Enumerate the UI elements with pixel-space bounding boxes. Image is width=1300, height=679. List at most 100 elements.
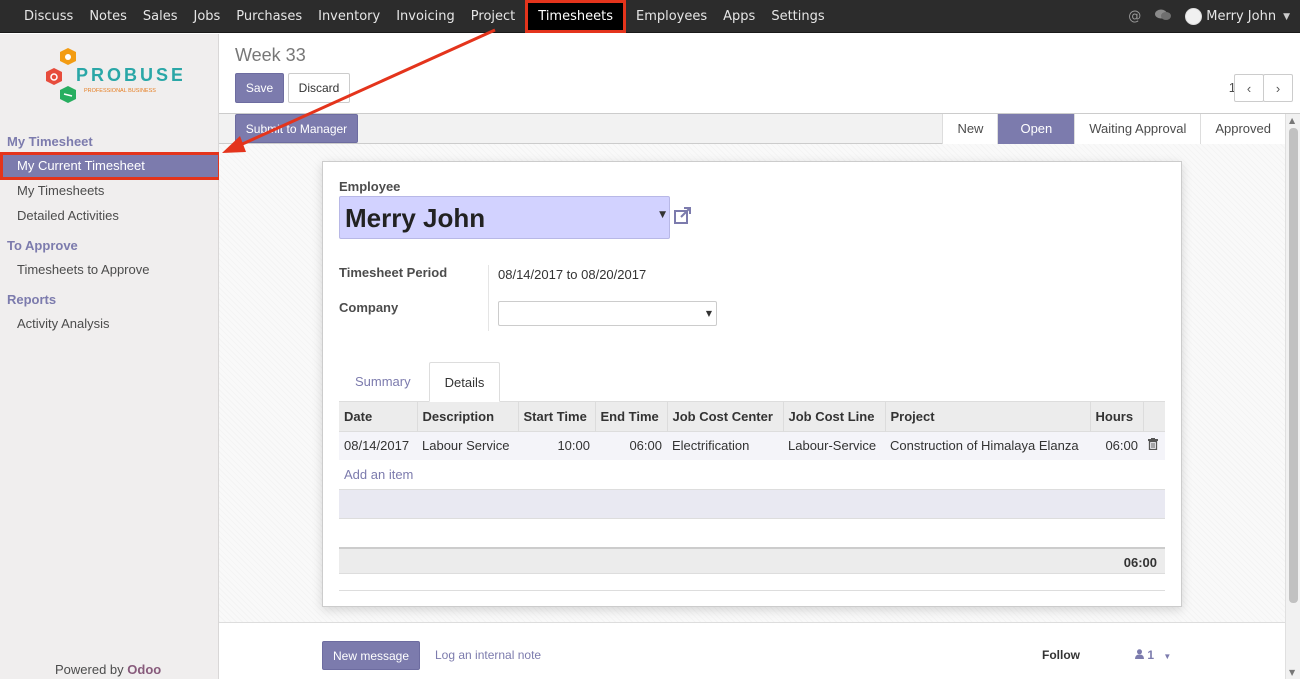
chevron-down-icon: ▼	[1163, 652, 1172, 661]
chat-icon[interactable]	[1155, 9, 1172, 25]
menu-item-notes[interactable]: Notes	[81, 0, 135, 33]
sidebar-item-my-timesheets[interactable]: My Timesheets	[17, 183, 104, 198]
external-link-icon[interactable]	[673, 206, 693, 226]
odoo-link[interactable]: Odoo	[127, 662, 161, 677]
stage-approved[interactable]: Approved	[1200, 114, 1285, 144]
delete-row-button[interactable]	[1143, 430, 1165, 460]
control-panel: Week 33 Save Discard 1 / 1 ‹ ›	[219, 34, 1300, 114]
menu-item-project[interactable]: Project	[463, 0, 523, 33]
menu-item-discuss[interactable]: Discuss	[16, 0, 81, 33]
stage-bar: New Open Waiting Approval Approved	[942, 114, 1285, 144]
sidebar-item-my-current-timesheet[interactable]: My Current Timesheet	[0, 152, 221, 180]
stage-new[interactable]: New	[942, 114, 998, 144]
menu-item-jobs[interactable]: Jobs	[185, 0, 228, 33]
add-an-item-link[interactable]: Add an item	[344, 467, 413, 482]
timesheet-period-label: Timesheet Period	[339, 265, 448, 280]
stage-waiting-approval[interactable]: Waiting Approval	[1074, 114, 1201, 144]
timesheet-period-value: 08/14/2017 to 08/20/2017	[498, 267, 647, 282]
menu-item-inventory[interactable]: Inventory	[310, 0, 388, 33]
top-navbar: Discuss Notes Sales Jobs Purchases Inventory I…	[0, 0, 1300, 33]
save-button[interactable]: Save	[235, 73, 284, 103]
timesheet-lines-table: Date Description Start Time End Time Job…	[339, 402, 1165, 460]
sidebar-item-detailed-activities[interactable]: Detailed Activities	[17, 208, 119, 223]
total-hours: 06:00	[1123, 555, 1157, 570]
menu-item-timesheets[interactable]: Timesheets	[525, 0, 626, 33]
form-sheet: Employee Merry John ▼ Timesheet Period 0…	[322, 161, 1182, 607]
menu-item-purchases[interactable]: Purchases	[228, 0, 310, 33]
trash-icon	[1148, 438, 1158, 451]
logo-text: PROBUSE	[76, 65, 182, 85]
sidebar: PROBUSE PROFESSIONAL BUSINESS My Timeshe…	[0, 34, 221, 679]
navbar-right: @ Merry John ▼	[1128, 0, 1290, 33]
cell-project[interactable]: Construction of Himalaya Elanza	[885, 430, 1090, 460]
scroll-up-icon[interactable]: ▲	[1289, 116, 1295, 125]
form-statusbar: Submit to Manager New Open Waiting Appro…	[219, 114, 1300, 144]
table-row[interactable]: 08/14/2017 Labour Service 10:00 06:00 El…	[339, 430, 1165, 460]
user-menu[interactable]: Merry John ▼	[1185, 8, 1290, 25]
breadcrumb-title: Week 33	[235, 45, 306, 65]
column-header[interactable]: Start Time	[518, 402, 596, 431]
column-header[interactable]: Job Cost Center	[667, 402, 784, 431]
avatar	[1185, 8, 1203, 25]
column-header[interactable]: Project	[885, 402, 1091, 431]
column-header[interactable]: End Time	[595, 402, 668, 431]
column-header[interactable]: Description	[417, 402, 519, 431]
notebook-tabs: Summary Details	[339, 362, 1165, 402]
employee-value: Merry John	[345, 203, 486, 233]
menu-item-invoicing[interactable]: Invoicing	[388, 0, 463, 33]
company-select[interactable]: ▼	[498, 301, 717, 326]
menu-item-settings[interactable]: Settings	[763, 0, 832, 33]
menu-item-sales[interactable]: Sales	[135, 0, 186, 33]
sidebar-item-activity-analysis[interactable]: Activity Analysis	[17, 316, 109, 331]
divider	[339, 590, 1165, 591]
chevron-left-icon: ‹	[1246, 80, 1252, 96]
new-message-button[interactable]: New message	[322, 641, 420, 670]
user-icon	[1135, 649, 1144, 659]
company-label: Company	[339, 300, 399, 315]
logo-subtext: PROFESSIONAL BUSINESS	[84, 88, 156, 94]
employee-label: Employee	[339, 179, 401, 194]
chevron-down-icon: ▼	[1283, 11, 1290, 22]
scrollbar-thumb[interactable]	[1289, 128, 1298, 603]
caret-down-icon: ▼	[659, 210, 666, 220]
menu-item-employees[interactable]: Employees	[628, 0, 715, 33]
powered-by: Powered by Odoo	[55, 662, 161, 677]
chatter: New message Log an internal note Follow …	[219, 622, 1285, 679]
sidebar-section-to-approve: To Approve	[7, 238, 78, 253]
followers-button[interactable]: 1 ▼	[1135, 648, 1171, 662]
submit-to-manager-button[interactable]: Submit to Manager	[235, 114, 358, 143]
at-icon[interactable]: @	[1128, 9, 1141, 24]
stage-open[interactable]: Open	[997, 114, 1075, 144]
discard-button[interactable]: Discard	[288, 73, 350, 103]
pager-next-button[interactable]: ›	[1263, 74, 1293, 102]
menu-item-apps[interactable]: Apps	[715, 0, 763, 33]
employee-field[interactable]: Merry John ▼	[339, 196, 670, 239]
probuse-logo: PROBUSE PROFESSIONAL BUSINESS	[46, 48, 182, 103]
caret-down-icon: ▼	[705, 309, 712, 318]
cell-hours[interactable]: 06:00	[1090, 430, 1143, 460]
follow-button[interactable]: Follow	[1042, 648, 1080, 662]
sidebar-section-reports: Reports	[7, 292, 57, 307]
sidebar-item-timesheets-to-approve[interactable]: Timesheets to Approve	[17, 262, 149, 277]
followers-count: 1	[1147, 648, 1155, 662]
cell-description[interactable]: Labour Service	[417, 430, 518, 460]
scroll-down-icon[interactable]: ▼	[1289, 668, 1295, 677]
column-header-actions	[1143, 402, 1165, 431]
cell-job-cost-line[interactable]: Labour-Service	[783, 430, 885, 460]
cell-end-time[interactable]: 06:00	[595, 430, 667, 460]
column-header[interactable]: Job Cost Line	[783, 402, 886, 431]
pager-previous-button[interactable]: ‹	[1234, 74, 1264, 102]
tab-summary[interactable]: Summary	[355, 362, 411, 402]
column-header[interactable]: Date	[339, 402, 418, 431]
user-name: Merry John	[1206, 9, 1277, 24]
chevron-right-icon: ›	[1275, 80, 1281, 96]
log-internal-note-link[interactable]: Log an internal note	[435, 648, 541, 662]
scrollbar[interactable]: ▲ ▼	[1285, 114, 1300, 679]
cell-job-cost-center[interactable]: Electrification	[667, 430, 783, 460]
column-header[interactable]: Hours	[1090, 402, 1144, 431]
empty-table-row	[339, 489, 1165, 519]
cell-date[interactable]: 08/14/2017	[339, 430, 417, 460]
tab-details[interactable]: Details	[429, 362, 500, 402]
cell-start-time[interactable]: 10:00	[518, 430, 595, 460]
field-separator	[488, 265, 489, 331]
